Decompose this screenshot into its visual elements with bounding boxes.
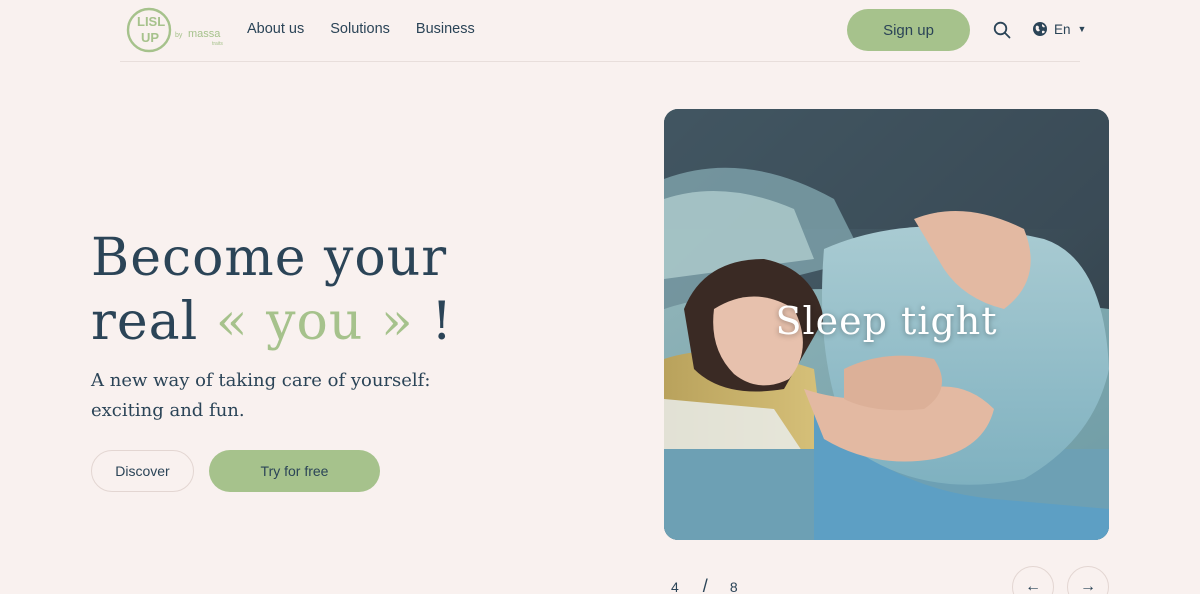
discover-button[interactable]: Discover <box>91 450 194 492</box>
arrow-right-icon: → <box>1080 578 1096 594</box>
slide-total: 8 <box>729 579 738 594</box>
lislup-logo[interactable]: LISL UP by massa traits <box>124 5 234 55</box>
hero-slide[interactable]: Sleep tight <box>664 109 1109 540</box>
globe-icon <box>1033 22 1047 36</box>
slide-current: 4 <box>671 579 679 594</box>
slide-counter: 4 / 8 <box>671 576 738 594</box>
hero-title-pre: real <box>91 292 199 352</box>
logo-line1: LISL <box>137 14 165 29</box>
nav-business[interactable]: Business <box>416 21 475 37</box>
nav-solutions[interactable]: Solutions <box>330 21 390 37</box>
slide-separator: / <box>702 576 708 594</box>
sign-up-button[interactable]: Sign up <box>847 9 970 51</box>
language-selector[interactable]: En ▼ <box>1032 21 1086 37</box>
site-header: LISL UP by massa traits About us Solutio… <box>120 0 1086 62</box>
hero-title: Become your real « you » ! <box>91 226 511 354</box>
slide-prev-button[interactable]: ← <box>1012 566 1054 594</box>
logo-by: by <box>175 32 183 39</box>
slide-caption: Sleep tight <box>775 299 998 343</box>
logo-brand: massa <box>188 28 221 40</box>
language-label: En <box>1054 21 1071 37</box>
hero-subtitle: A new way of taking care of yourself: ex… <box>91 370 431 421</box>
hero-title-line1: Become your <box>91 228 448 288</box>
nav-about-us[interactable]: About us <box>247 21 304 37</box>
arrow-left-icon: ← <box>1025 578 1041 594</box>
logo-brand-sub: traits <box>212 41 223 47</box>
hero-title-accent: « you » <box>215 292 414 352</box>
main-nav: About us Solutions Business <box>247 21 501 37</box>
slide-next-button[interactable]: → <box>1067 566 1109 594</box>
chevron-down-icon: ▼ <box>1077 24 1087 34</box>
logo-line2: UP <box>141 30 159 45</box>
try-for-free-button[interactable]: Try for free <box>209 450 380 492</box>
search-icon[interactable] <box>993 21 1011 39</box>
hero-title-post: ! <box>431 292 454 352</box>
